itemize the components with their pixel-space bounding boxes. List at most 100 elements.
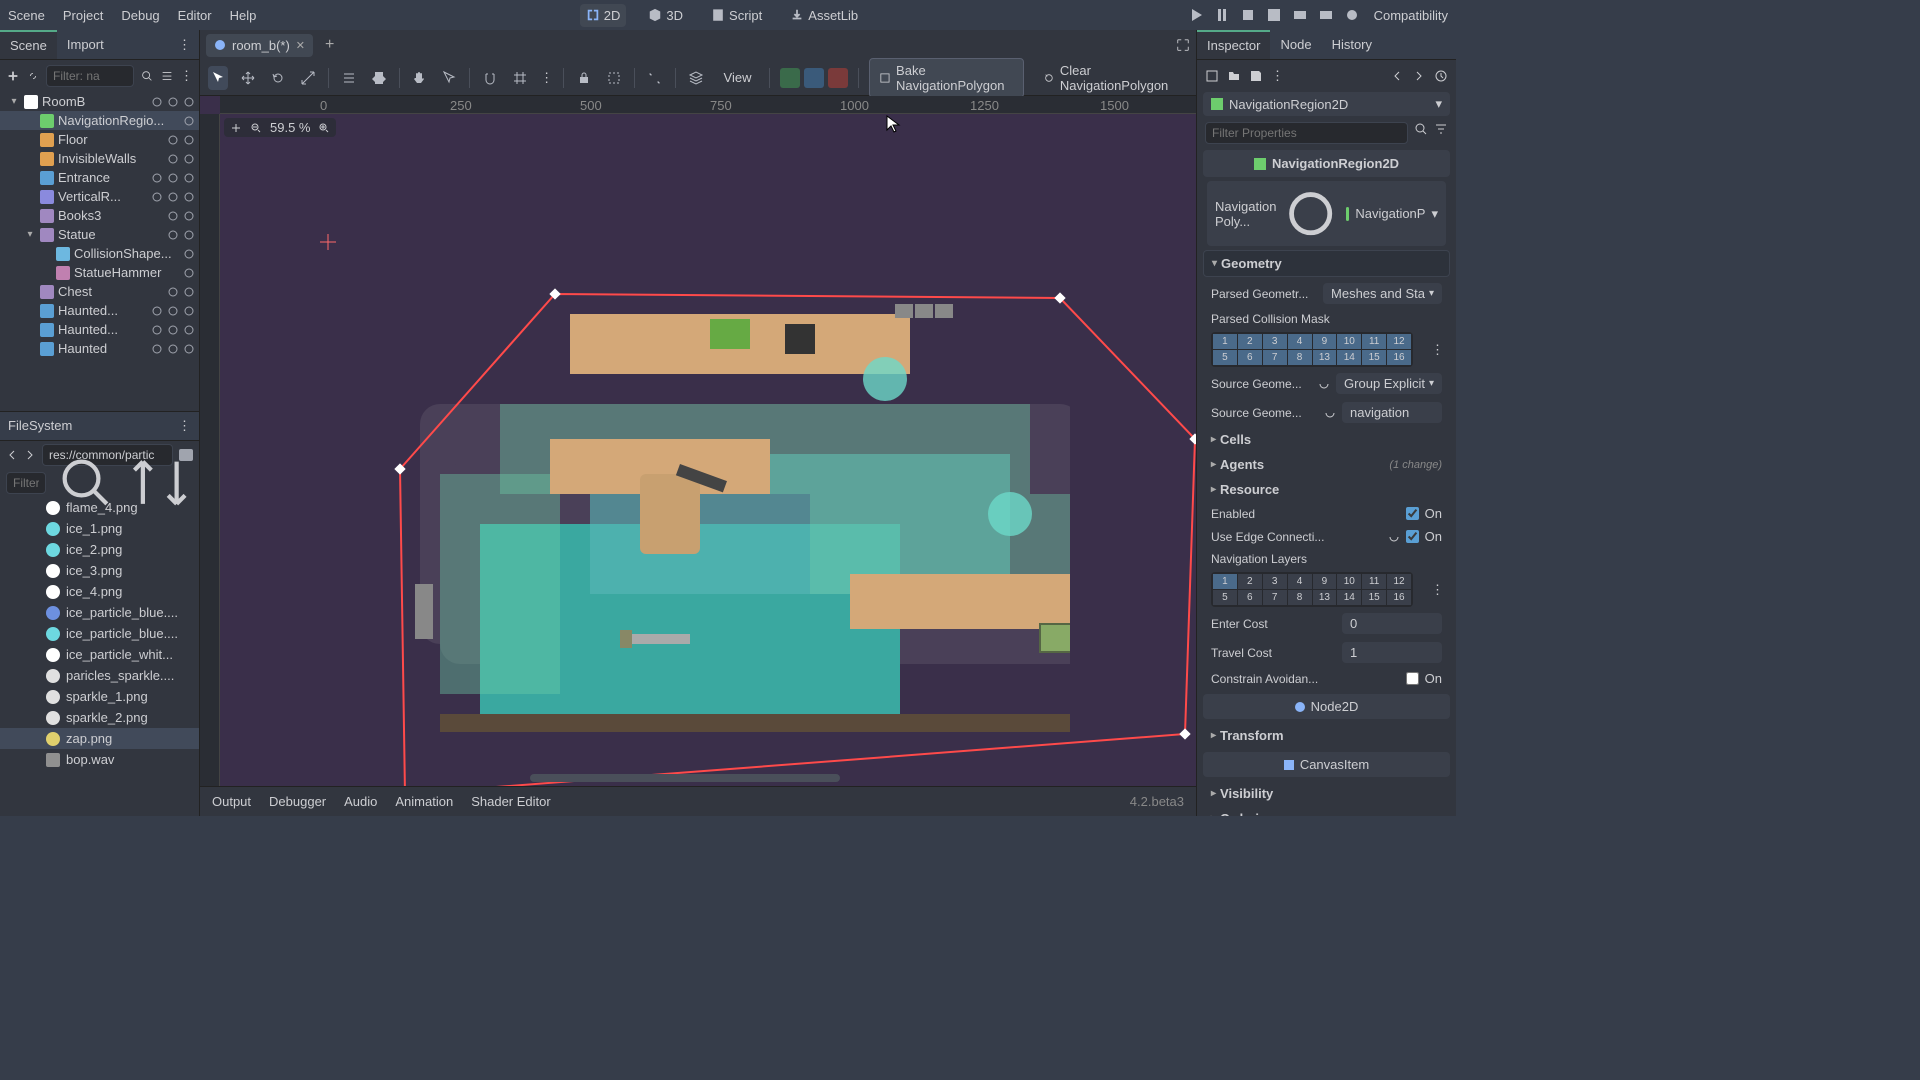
ruler-tool[interactable] xyxy=(439,66,459,90)
layer-bit[interactable]: 9 xyxy=(1313,574,1337,589)
section-agents[interactable]: ▸Agents(1 change) xyxy=(1203,452,1450,477)
section-geometry[interactable]: ▾Geometry xyxy=(1203,250,1450,277)
tab-output[interactable]: Output xyxy=(212,794,251,809)
menu-debug[interactable]: Debug xyxy=(121,8,159,23)
layer-bit[interactable]: 13 xyxy=(1313,590,1337,605)
collision-mask-grid[interactable]: 12349101112567813141516 xyxy=(1211,332,1413,367)
source-geom-group-input[interactable]: navigation xyxy=(1342,402,1442,423)
layer-bit[interactable]: 8 xyxy=(1288,590,1312,605)
file-item[interactable]: ice_3.png xyxy=(0,560,199,581)
stop-icon[interactable] xyxy=(1240,7,1256,23)
layer-bit[interactable]: 15 xyxy=(1362,350,1386,365)
mode-3d[interactable]: 3D xyxy=(642,4,689,27)
insp-load-icon[interactable] xyxy=(1227,69,1241,83)
center-view-icon[interactable] xyxy=(230,122,242,134)
reset-icon[interactable] xyxy=(1388,531,1400,543)
snap-tool[interactable] xyxy=(480,66,500,90)
filter-scene-input[interactable] xyxy=(46,65,134,87)
pause-icon[interactable] xyxy=(1214,7,1230,23)
play-scene-icon[interactable] xyxy=(1266,7,1282,23)
zoom-value[interactable]: 59.5 % xyxy=(270,120,310,135)
file-item[interactable]: ice_particle_blue.... xyxy=(0,623,199,644)
layer-bit[interactable]: 2 xyxy=(1238,574,1262,589)
filter-properties-input[interactable] xyxy=(1205,122,1408,144)
tab-audio[interactable]: Audio xyxy=(344,794,377,809)
reset-icon[interactable] xyxy=(1318,378,1330,390)
file-item[interactable]: ice_4.png xyxy=(0,581,199,602)
file-item[interactable]: bop.wav xyxy=(0,749,199,770)
tree-node[interactable]: ▾RoomB xyxy=(0,92,199,111)
layer-more-icon[interactable]: ⋮ xyxy=(1425,342,1450,358)
layer-bit[interactable]: 9 xyxy=(1313,334,1337,349)
navigation-layers-grid[interactable]: 12349101112567813141516 xyxy=(1211,572,1413,607)
tab-debugger[interactable]: Debugger xyxy=(269,794,326,809)
movie-icon[interactable] xyxy=(1292,7,1308,23)
constrain-checkbox[interactable]: On xyxy=(1406,671,1442,686)
add-scene-tab[interactable]: + xyxy=(325,36,334,54)
menu-project[interactable]: Project xyxy=(63,8,103,23)
file-item[interactable]: ice_particle_blue.... xyxy=(0,602,199,623)
reset-icon[interactable] xyxy=(1282,185,1339,242)
tree-node[interactable]: CollisionShape... xyxy=(0,244,199,263)
dock-menu-icon[interactable]: ⋮ xyxy=(170,37,199,53)
tree-node[interactable]: Entrance xyxy=(0,168,199,187)
tree-node[interactable]: VerticalR... xyxy=(0,187,199,206)
file-item[interactable]: ice_1.png xyxy=(0,518,199,539)
menu-scene[interactable]: Scene xyxy=(8,8,45,23)
layer-bit[interactable]: 10 xyxy=(1337,334,1361,349)
file-item[interactable]: ice_2.png xyxy=(0,539,199,560)
layer-bit[interactable]: 12 xyxy=(1387,574,1411,589)
reset-icon[interactable] xyxy=(1324,407,1336,419)
tree-node[interactable]: Haunted... xyxy=(0,301,199,320)
horizontal-scrollbar[interactable] xyxy=(530,774,840,782)
enter-cost-input[interactable]: 0 xyxy=(1342,613,1442,634)
zoom-in-icon[interactable] xyxy=(318,122,330,134)
layer-bit[interactable]: 14 xyxy=(1337,350,1361,365)
section-ordering[interactable]: ▸Ordering xyxy=(1203,806,1450,816)
file-list[interactable]: flame_4.pngice_1.pngice_2.pngice_3.pngic… xyxy=(0,497,199,816)
select-tool[interactable] xyxy=(208,66,228,90)
insp-more-icon[interactable]: ⋮ xyxy=(1271,68,1284,84)
scene-options-icon[interactable] xyxy=(160,69,174,83)
scene-tree[interactable]: ▾RoomBNavigationRegio...FloorInvisibleWa… xyxy=(0,92,199,411)
section-visibility[interactable]: ▸Visibility xyxy=(1203,781,1450,806)
insp-history-icon[interactable] xyxy=(1434,69,1448,83)
canvas-area[interactable] xyxy=(220,114,1196,786)
file-item[interactable]: paricles_sparkle.... xyxy=(0,665,199,686)
layer-bit[interactable]: 6 xyxy=(1238,350,1262,365)
renderer-dropdown[interactable]: Compatibility xyxy=(1374,8,1448,23)
file-item[interactable]: zap.png xyxy=(0,728,199,749)
tab-import[interactable]: Import xyxy=(57,31,114,58)
enabled-checkbox[interactable]: On xyxy=(1406,506,1442,521)
play-custom-icon[interactable] xyxy=(1318,7,1334,23)
navigation-polygon-property[interactable]: Navigation Poly... NavigationP ▾ xyxy=(1207,181,1446,246)
view-menu[interactable]: View xyxy=(716,66,760,89)
search-icon[interactable] xyxy=(1414,122,1428,136)
lock-selected-icon[interactable] xyxy=(574,66,594,90)
snap-options-icon[interactable]: ⋮ xyxy=(540,70,553,86)
scene-more-icon[interactable]: ⋮ xyxy=(180,68,193,84)
bake-navpolygon-button[interactable]: Bake NavigationPolygon xyxy=(869,58,1024,98)
parsed-geom-dropdown[interactable]: Meshes and Sta▾ xyxy=(1323,283,1442,304)
layer-bit[interactable]: 11 xyxy=(1362,574,1386,589)
mode-script[interactable]: Script xyxy=(705,4,768,27)
tab-shader[interactable]: Shader Editor xyxy=(471,794,551,809)
tab-inspector[interactable]: Inspector xyxy=(1197,30,1270,59)
tab-scene[interactable]: Scene xyxy=(0,30,57,59)
layer-bit[interactable]: 1 xyxy=(1213,334,1237,349)
tree-node[interactable]: InvisibleWalls xyxy=(0,149,199,168)
rotate-tool[interactable] xyxy=(268,66,288,90)
close-tab-icon[interactable]: ✕ xyxy=(296,39,305,52)
tab-node[interactable]: Node xyxy=(1270,31,1321,58)
layer-bit[interactable]: 3 xyxy=(1263,574,1287,589)
tree-node[interactable]: Haunted xyxy=(0,339,199,358)
menu-help[interactable]: Help xyxy=(230,8,257,23)
distraction-free-icon[interactable] xyxy=(1176,38,1190,52)
layer-bit[interactable]: 11 xyxy=(1362,334,1386,349)
inspector-object-path[interactable]: NavigationRegion2D ▾ xyxy=(1203,92,1450,116)
layer-more-icon[interactable]: ⋮ xyxy=(1425,582,1450,598)
layer-bit[interactable]: 12 xyxy=(1387,334,1411,349)
insp-new-icon[interactable] xyxy=(1205,69,1219,83)
mode-2d[interactable]: 2D xyxy=(580,4,627,27)
lock-tool[interactable] xyxy=(369,66,389,90)
